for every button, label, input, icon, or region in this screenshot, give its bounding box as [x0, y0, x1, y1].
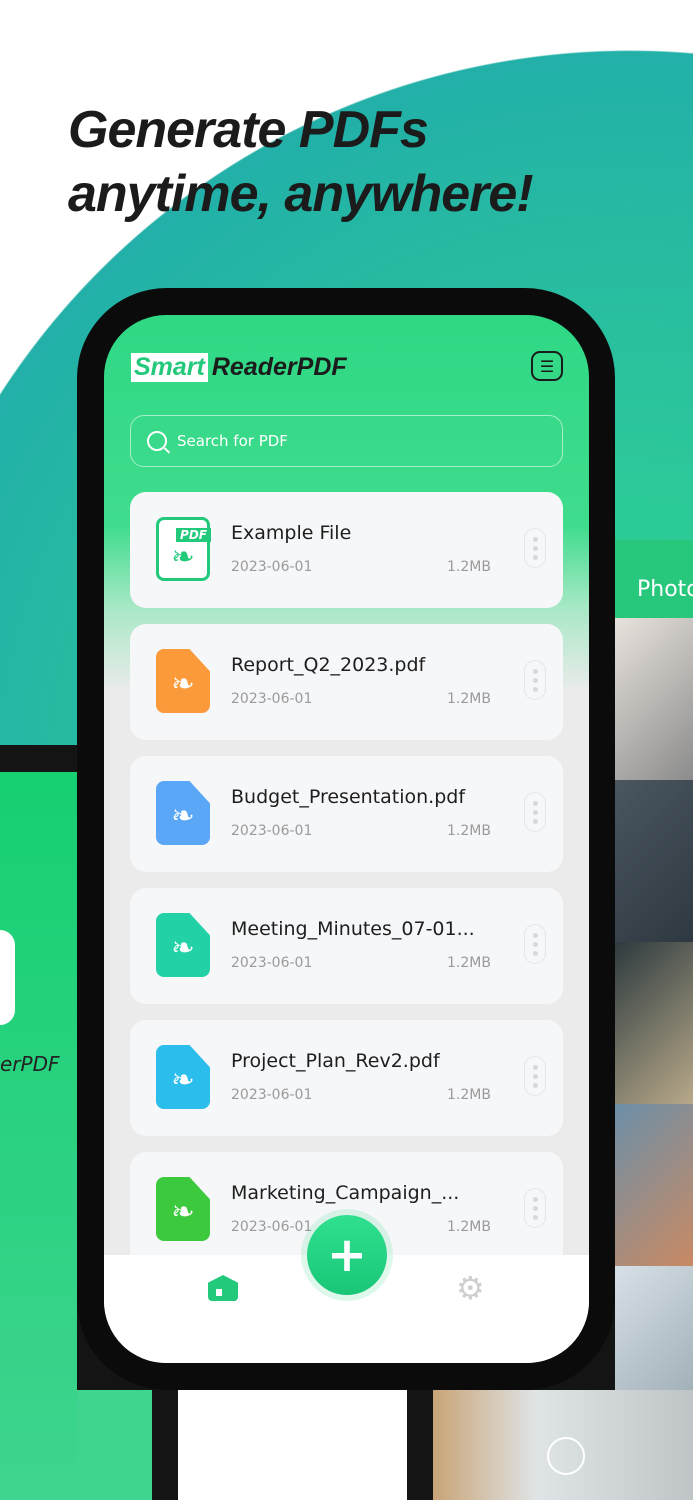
camera-shutter-icon: [547, 1437, 585, 1475]
home-icon[interactable]: [208, 1275, 238, 1301]
file-date: 2023-06-01: [231, 559, 313, 575]
file-name: Marketing_Campaign_...: [231, 1182, 460, 1204]
file-size: 1.2MB: [447, 823, 491, 839]
file-name: Example File: [231, 522, 352, 544]
file-list-item[interactable]: ❧ Meeting_Minutes_07-01... 2023-06-01 1.…: [130, 888, 563, 1004]
search-icon: [147, 431, 167, 451]
pdf-file-icon: ❧: [156, 913, 210, 977]
left-preview-panel-bottom: [77, 1390, 152, 1500]
right-preview-panel: Photo: [615, 540, 693, 1428]
search-placeholder: Search for PDF: [177, 432, 288, 450]
photo-thumbnail: [615, 942, 693, 1104]
logo-readerpdf: ReaderPDF: [211, 353, 347, 381]
right-preview-header: Photo: [615, 540, 693, 618]
headline-line-1: Generate PDFs: [68, 101, 429, 159]
file-date: 2023-06-01: [231, 1087, 313, 1103]
left-preview-app-icon: [0, 930, 15, 1025]
file-date: 2023-06-01: [231, 955, 313, 971]
headline-line-2: anytime, anywhere!: [68, 165, 534, 223]
file-list-item[interactable]: ❧ Report_Q2_2023.pdf 2023-06-01 1.2MB: [130, 624, 563, 740]
file-size: 1.2MB: [447, 1087, 491, 1103]
more-options-button[interactable]: [524, 1188, 546, 1228]
more-options-button[interactable]: [524, 1056, 546, 1096]
photo-thumbnail: [615, 1104, 693, 1266]
pdf-file-icon: ❧: [156, 1045, 210, 1109]
photo-thumbnail: [615, 618, 693, 780]
pdf-file-icon: ❧: [156, 649, 210, 713]
search-input[interactable]: Search for PDF: [130, 415, 563, 467]
pdf-file-icon: ❧: [156, 1177, 210, 1241]
file-list-item[interactable]: PDF ❧ Example File 2023-06-01 1.2MB: [130, 492, 563, 608]
bottom-preview-white: [178, 1390, 407, 1500]
file-list-item[interactable]: ❧ Project_Plan_Rev2.pdf 2023-06-01 1.2MB: [130, 1020, 563, 1136]
left-preview-panel: [0, 772, 77, 1500]
left-preview-label: erPDF: [0, 1052, 60, 1076]
phone-screen: Smart ReaderPDF ☰ Search for PDF PDF ❧ Ex…: [104, 315, 589, 1363]
file-date: 2023-06-01: [231, 691, 313, 707]
file-size: 1.2MB: [447, 1219, 491, 1235]
photo-thumbnail: [615, 780, 693, 942]
settings-gear-icon[interactable]: ⚙: [456, 1269, 485, 1307]
add-pdf-button[interactable]: +: [307, 1215, 387, 1295]
more-options-button[interactable]: [524, 660, 546, 700]
file-list-item[interactable]: ❧ Budget_Presentation.pdf 2023-06-01 1.2…: [130, 756, 563, 872]
more-options-button[interactable]: [524, 528, 546, 568]
file-size: 1.2MB: [447, 955, 491, 971]
sort-icon: ☰: [539, 356, 555, 376]
pdf-tag: PDF: [176, 528, 211, 542]
pdf-file-icon: ❧: [156, 781, 210, 845]
more-options-button[interactable]: [524, 792, 546, 832]
file-name: Project_Plan_Rev2.pdf: [231, 1050, 440, 1072]
app-logo: Smart ReaderPDF: [131, 353, 347, 382]
file-date: 2023-06-01: [231, 823, 313, 839]
headline: Generate PDFs anytime, anywhere!: [68, 98, 668, 226]
file-date: 2023-06-01: [231, 1219, 313, 1235]
file-name: Meeting_Minutes_07-01...: [231, 918, 475, 940]
logo-smart: Smart: [131, 353, 208, 382]
pdf-file-icon: PDF ❧: [156, 517, 211, 581]
file-size: 1.2MB: [447, 691, 491, 707]
file-size: 1.2MB: [447, 559, 491, 575]
file-name: Report_Q2_2023.pdf: [231, 654, 426, 676]
file-name: Budget_Presentation.pdf: [231, 786, 466, 808]
sort-button[interactable]: ☰: [531, 351, 563, 381]
more-options-button[interactable]: [524, 924, 546, 964]
